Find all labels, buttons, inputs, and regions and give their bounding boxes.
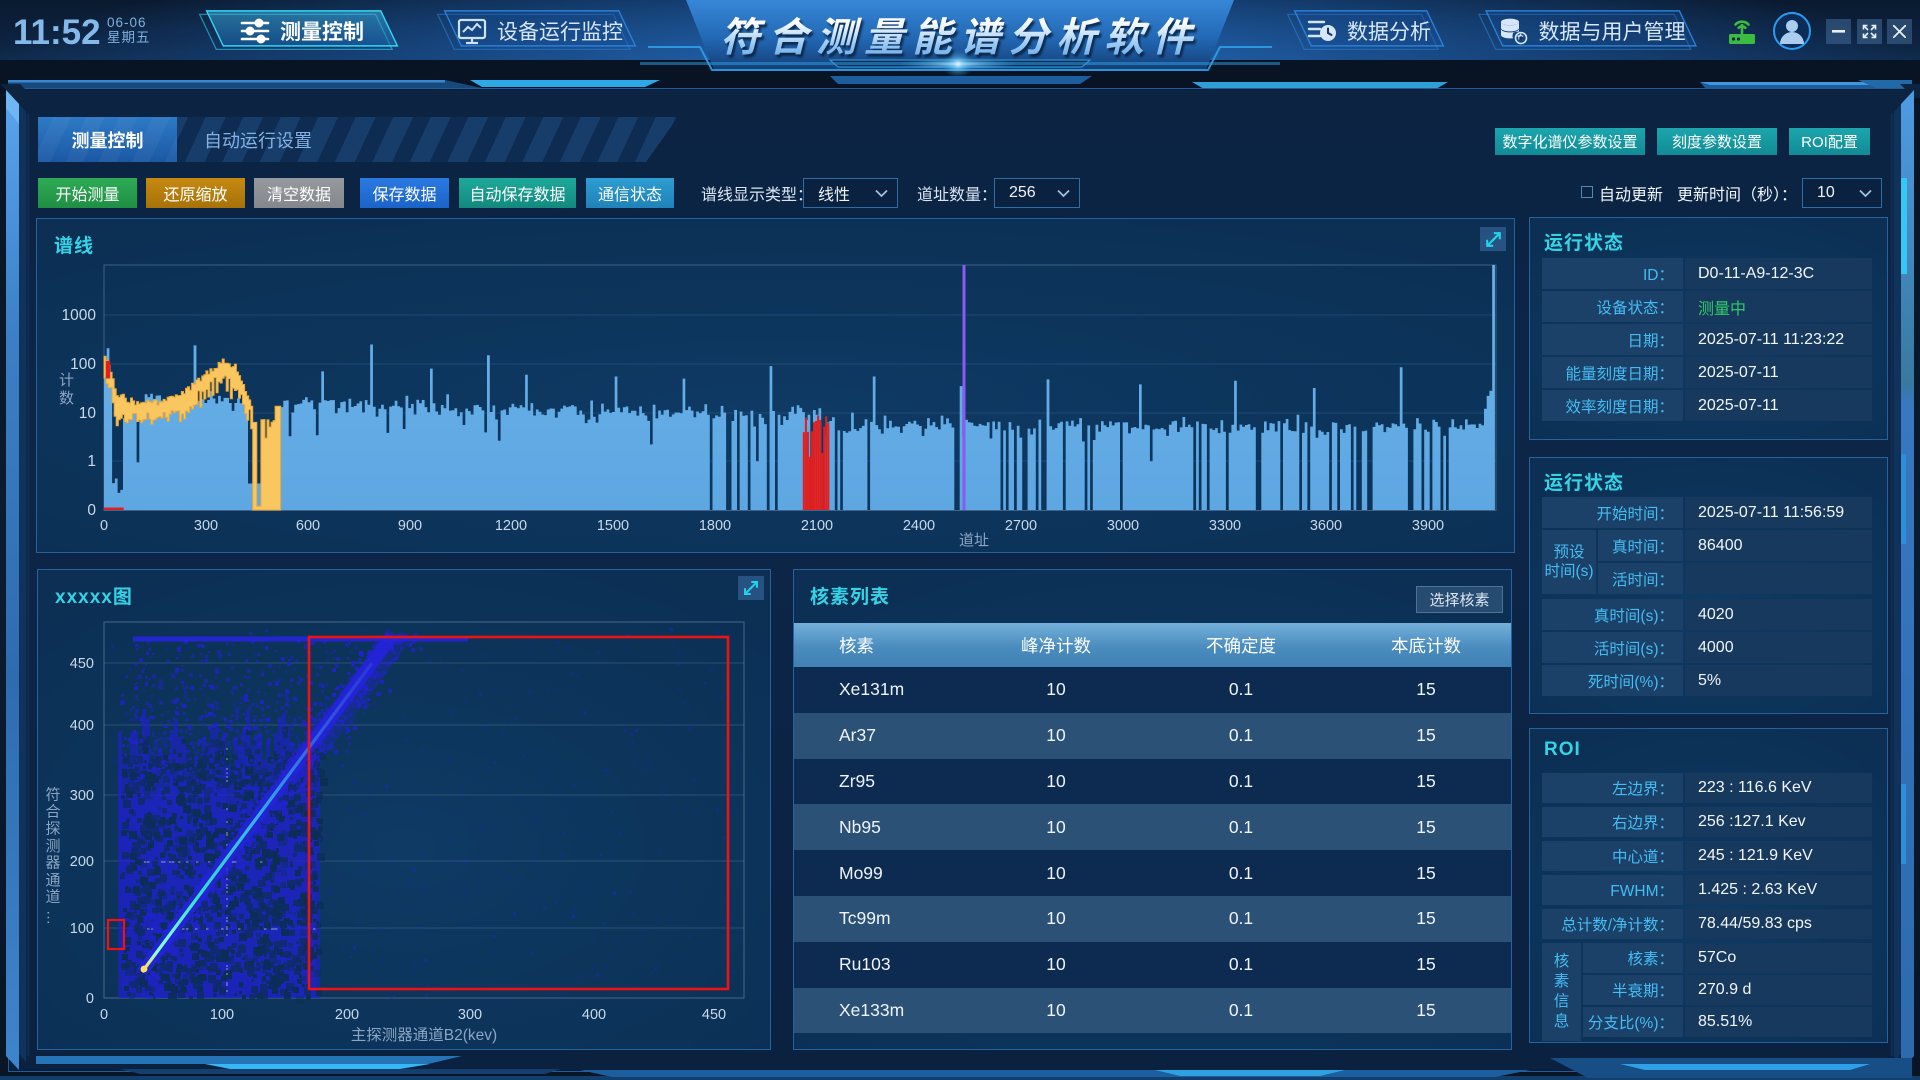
- svg-text:1200: 1200: [495, 518, 527, 534]
- svg-text:600: 600: [296, 518, 320, 534]
- svg-text:450: 450: [702, 1007, 726, 1023]
- svg-text:…: …: [44, 910, 61, 925]
- svg-text:400: 400: [70, 718, 94, 734]
- svg-text:100: 100: [210, 1007, 234, 1023]
- svg-text:0: 0: [100, 518, 108, 534]
- svg-text:200: 200: [70, 854, 94, 870]
- svg-text:1: 1: [87, 453, 96, 470]
- svg-text:200: 200: [335, 1007, 359, 1023]
- svg-text:300: 300: [194, 518, 218, 534]
- svg-text:450: 450: [70, 656, 94, 672]
- svg-text:2400: 2400: [903, 518, 935, 534]
- svg-text:1000: 1000: [62, 307, 97, 324]
- svg-text:3900: 3900: [1412, 518, 1444, 534]
- svg-text:300: 300: [458, 1007, 482, 1023]
- svg-text:900: 900: [398, 518, 422, 534]
- svg-text:400: 400: [582, 1007, 606, 1023]
- svg-text:1800: 1800: [699, 518, 731, 534]
- svg-text:主探测器通道B2(kev): 主探测器通道B2(kev): [351, 1026, 497, 1044]
- svg-text:计: 计: [59, 372, 74, 389]
- svg-text:3300: 3300: [1209, 518, 1241, 534]
- svg-text:数: 数: [59, 390, 74, 407]
- svg-text:3600: 3600: [1310, 518, 1342, 534]
- svg-text:3000: 3000: [1107, 518, 1139, 534]
- svg-text:2700: 2700: [1005, 518, 1037, 534]
- svg-text:符合探测器通道: 符合探测器通道: [44, 786, 61, 905]
- svg-text:0: 0: [86, 991, 94, 1007]
- svg-text:0: 0: [100, 1007, 108, 1023]
- svg-text:100: 100: [70, 921, 94, 937]
- svg-text:0: 0: [87, 502, 96, 519]
- svg-text:300: 300: [70, 788, 94, 804]
- svg-text:道址: 道址: [959, 532, 989, 549]
- svg-text:1500: 1500: [597, 518, 629, 534]
- svg-text:2100: 2100: [801, 518, 833, 534]
- svg-text:10: 10: [79, 405, 97, 422]
- svg-text:100: 100: [70, 356, 96, 373]
